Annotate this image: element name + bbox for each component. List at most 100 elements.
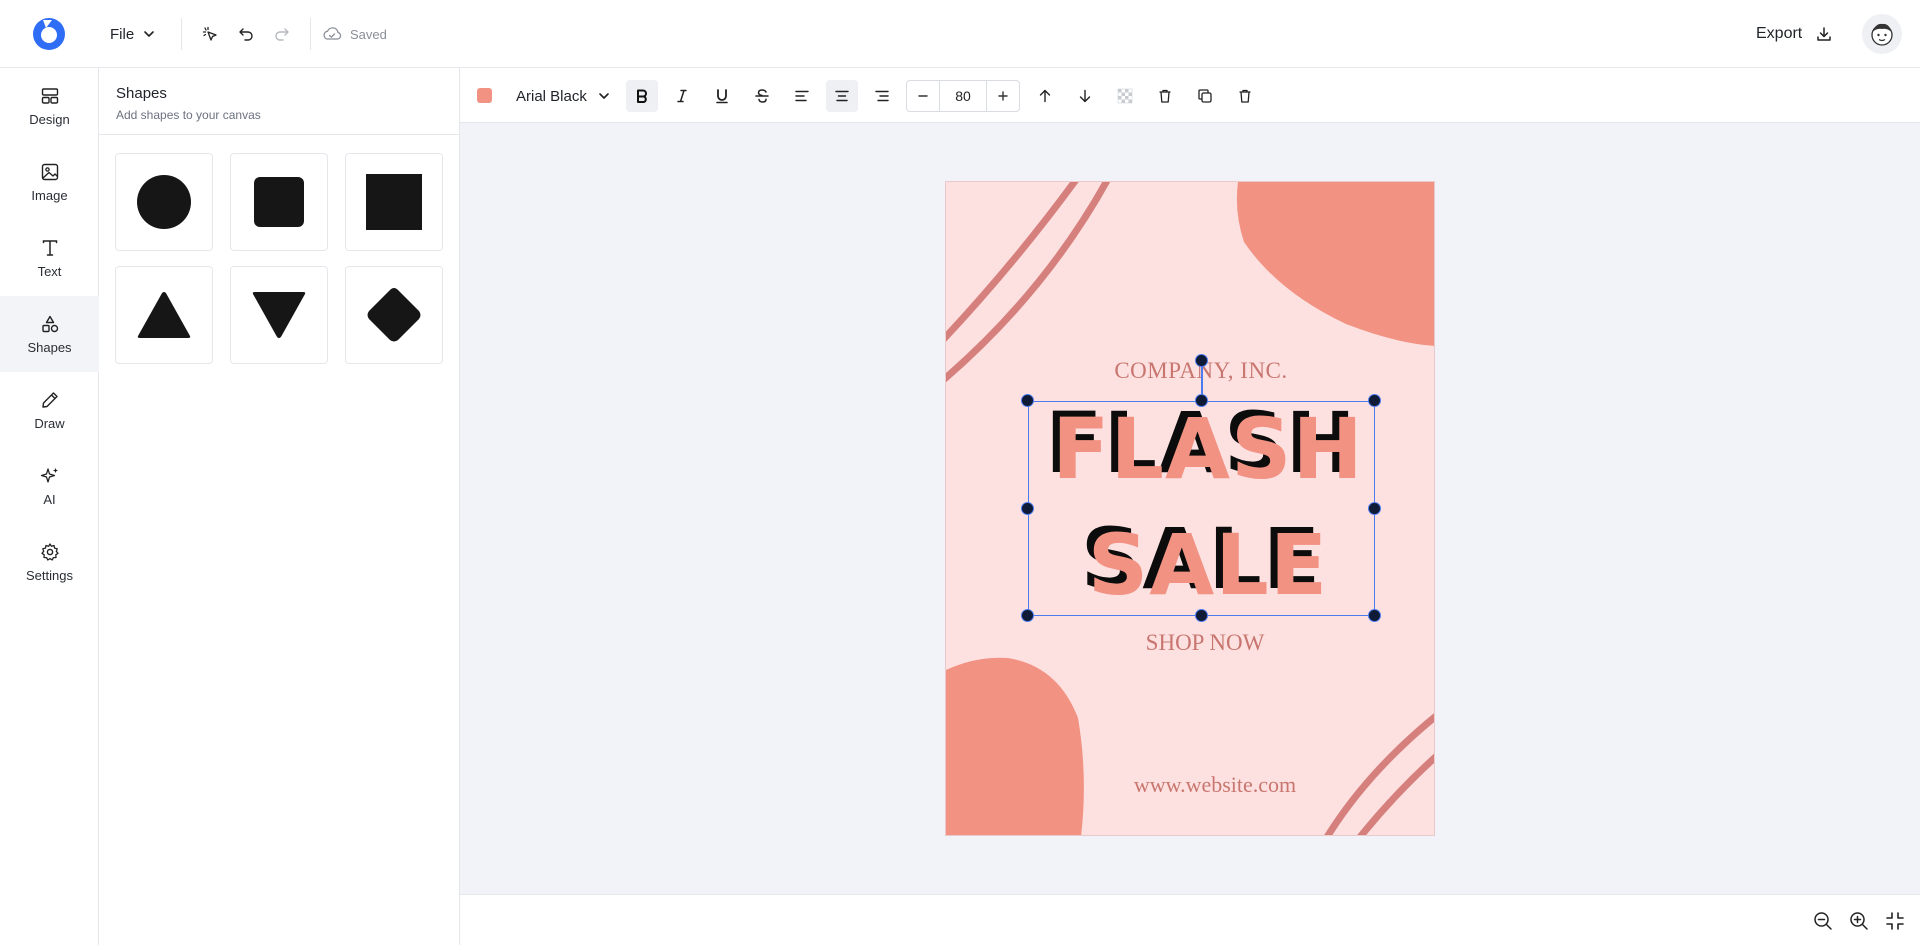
sparkle-icon	[40, 467, 58, 483]
arrow-up-icon	[1039, 89, 1051, 103]
italic-button[interactable]	[666, 80, 698, 112]
rail-item-settings[interactable]: Settings	[0, 524, 99, 600]
fit-screen-button[interactable]	[1883, 909, 1907, 933]
zoom-in-icon	[1850, 912, 1868, 930]
rail-item-draw[interactable]: Draw	[0, 372, 99, 448]
redo-button[interactable]	[268, 20, 296, 48]
delete-button[interactable]	[1149, 80, 1181, 112]
resize-handle-top-right[interactable]	[1368, 394, 1381, 407]
copy-icon	[1198, 89, 1212, 103]
gear-icon	[40, 542, 59, 561]
panel-title: Shapes	[116, 85, 167, 102]
file-menu-button[interactable]: File	[104, 20, 162, 48]
circle-shape-icon	[137, 175, 191, 229]
resize-handle-top-left[interactable]	[1021, 394, 1034, 407]
text-color-swatch[interactable]	[477, 88, 492, 103]
rail-item-label: Draw	[34, 415, 65, 431]
shape-diamond-tile[interactable]	[345, 266, 443, 364]
resize-handle-right[interactable]	[1368, 502, 1381, 515]
divider	[181, 18, 182, 50]
resize-handle-bottom-left[interactable]	[1021, 609, 1034, 622]
save-status: Saved	[322, 20, 387, 48]
rail-item-label: Image	[31, 187, 68, 203]
rail-item-design[interactable]: Design	[0, 68, 99, 144]
shape-circle-tile[interactable]	[115, 153, 213, 251]
rail-item-text[interactable]: Text	[0, 220, 99, 296]
image-icon	[41, 163, 58, 180]
undo-icon	[239, 28, 253, 41]
bold-icon	[637, 89, 647, 103]
transparency-button[interactable]	[1109, 80, 1141, 112]
resize-handle-bottom[interactable]	[1195, 609, 1208, 622]
shape-triangle-tile[interactable]	[115, 266, 213, 364]
strikethrough-button[interactable]	[746, 80, 778, 112]
rail-item-image[interactable]: Image	[0, 144, 99, 220]
trash-icon	[1239, 89, 1251, 103]
undo-button[interactable]	[232, 20, 260, 48]
cursor-click-icon	[202, 26, 217, 41]
decrease-size-button[interactable]	[907, 81, 939, 111]
align-center-button[interactable]	[826, 80, 858, 112]
download-icon	[1816, 26, 1832, 42]
zoom-in-button[interactable]	[1847, 909, 1871, 933]
select-tool-button[interactable]	[196, 20, 224, 48]
underline-button[interactable]	[706, 80, 738, 112]
plus-icon	[998, 91, 1008, 101]
inverted-triangle-shape-icon	[252, 292, 306, 338]
left-rail: Design Image Text Shapes Draw AI Setting…	[0, 68, 99, 945]
layout-icon	[41, 87, 58, 104]
shape-square-tile[interactable]	[345, 153, 443, 251]
shape-rounded-square-tile[interactable]	[230, 153, 328, 251]
bottom-left-blob	[946, 657, 1084, 835]
bottom-bar	[460, 894, 1920, 945]
redo-icon	[275, 28, 289, 41]
rail-item-shapes[interactable]: Shapes	[0, 296, 99, 372]
bring-forward-button[interactable]	[1029, 80, 1061, 112]
file-menu-label: File	[110, 25, 135, 43]
transparency-icon	[1117, 88, 1133, 104]
diamond-shape-icon	[367, 288, 421, 342]
delete-all-button[interactable]	[1229, 80, 1261, 112]
text-icon	[42, 239, 57, 256]
rail-item-label: Shapes	[27, 339, 72, 355]
chevron-down-icon	[142, 27, 156, 41]
underline-icon	[716, 89, 728, 104]
shape-inverted-triangle-tile[interactable]	[230, 266, 328, 364]
italic-icon	[677, 89, 687, 103]
align-left-button[interactable]	[786, 80, 818, 112]
rotate-handle[interactable]	[1195, 354, 1208, 367]
increase-size-button[interactable]	[987, 81, 1019, 111]
rail-item-ai[interactable]: AI	[0, 448, 99, 524]
poster-website[interactable]: www.website.com	[946, 772, 1434, 798]
export-button[interactable]: Export	[1750, 18, 1838, 50]
pencil-icon	[41, 391, 58, 408]
font-family-select[interactable]: Arial Black	[516, 82, 611, 110]
cloud-check-icon	[322, 26, 342, 42]
rail-item-label: Design	[29, 111, 70, 127]
bold-button[interactable]	[626, 80, 658, 112]
zoom-out-button[interactable]	[1811, 909, 1835, 933]
align-center-icon	[835, 90, 849, 102]
top-bar: File Saved Export	[0, 0, 1920, 68]
poster-cta[interactable]: SHOP NOW	[946, 630, 1434, 656]
format-toolbar: Arial Black 80	[460, 68, 1920, 123]
poster-company-name[interactable]: COMPANY, INC.	[946, 358, 1434, 384]
arrow-down-icon	[1079, 89, 1091, 103]
align-left-icon	[795, 90, 809, 102]
export-label: Export	[1756, 25, 1803, 42]
triangle-shape-icon	[137, 292, 191, 338]
rail-item-label: AI	[43, 491, 56, 507]
strikethrough-icon	[755, 89, 769, 103]
resize-handle-top[interactable]	[1195, 394, 1208, 407]
align-right-button[interactable]	[866, 80, 898, 112]
send-backward-button[interactable]	[1069, 80, 1101, 112]
rail-item-label: Text	[37, 263, 62, 279]
rail-item-label: Settings	[26, 567, 73, 583]
resize-handle-bottom-right[interactable]	[1368, 609, 1381, 622]
app-logo-icon[interactable]	[32, 17, 66, 51]
user-avatar[interactable]	[1862, 14, 1902, 54]
font-size-value[interactable]: 80	[939, 81, 987, 111]
duplicate-button[interactable]	[1189, 80, 1221, 112]
resize-handle-left[interactable]	[1021, 502, 1034, 515]
panel-subtitle: Add shapes to your canvas	[116, 108, 261, 122]
